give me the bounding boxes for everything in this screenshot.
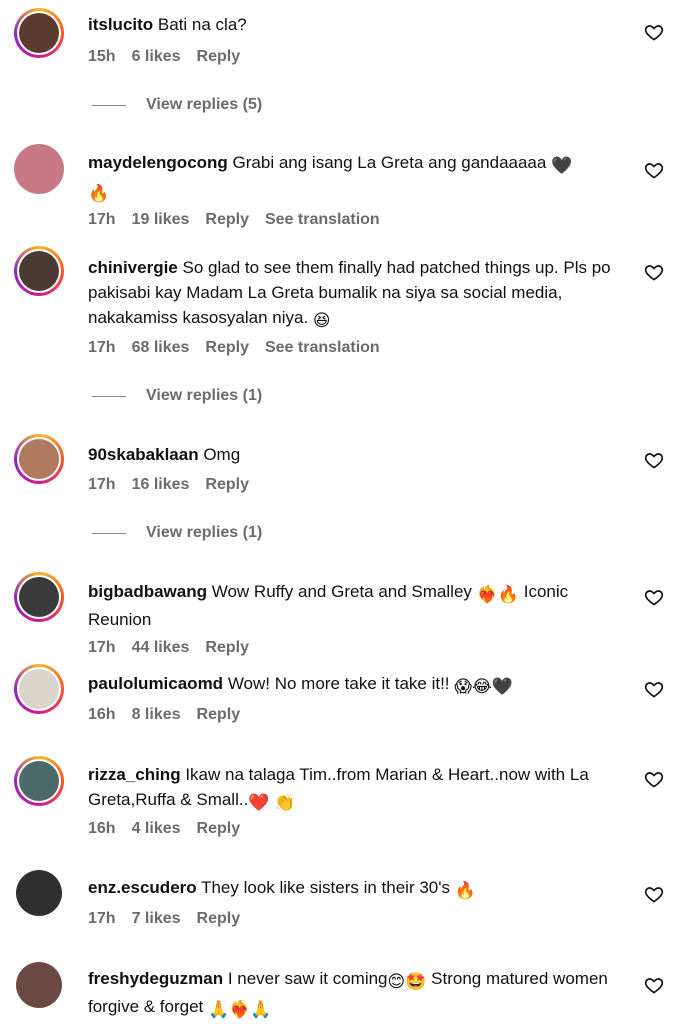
divider [92, 104, 126, 106]
clapping-hands-icon: 👏 [274, 793, 296, 812]
like-count[interactable]: 7 likes [132, 910, 181, 927]
comment-text: I never saw it coming [227, 969, 388, 988]
see-translation-button[interactable]: See translation [265, 339, 380, 356]
like-heart-icon[interactable] [644, 975, 664, 995]
reply-button[interactable]: Reply [205, 211, 249, 228]
folded-hands-icon: 🙏 [208, 1000, 230, 1019]
timestamp: 16h [88, 706, 116, 723]
username[interactable]: bigbadbawang [88, 582, 207, 601]
comment-text: Wow Ruffy and Greta and Smalley [211, 582, 472, 601]
username[interactable]: freshydeguzman [88, 969, 223, 988]
like-count[interactable]: 6 likes [132, 48, 181, 65]
view-replies-button[interactable]: View replies (1) [92, 387, 262, 405]
laughing-tears-icon: 😂 [472, 677, 492, 696]
like-heart-icon[interactable] [644, 679, 664, 699]
avatar[interactable] [14, 572, 64, 622]
timestamp: 15h [88, 48, 116, 65]
username[interactable]: 90skabaklaan [88, 445, 199, 464]
like-heart-icon[interactable] [644, 262, 664, 282]
smiling-face-icon: 😊 [387, 972, 406, 991]
comment-text: Grabi ang isang La Greta ang gandaaaaa [232, 153, 547, 172]
face-screaming-icon: 😱 [454, 677, 472, 696]
fire-icon: 🔥 [497, 585, 519, 604]
comment-text: Bati na cla? [157, 15, 247, 34]
reply-button[interactable]: Reply [205, 639, 249, 656]
like-heart-icon[interactable] [644, 884, 664, 904]
reply-button[interactable]: Reply [197, 706, 241, 723]
like-heart-icon[interactable] [644, 22, 664, 42]
like-count[interactable]: 16 likes [132, 476, 190, 493]
avatar[interactable] [14, 756, 64, 806]
avatar[interactable] [16, 962, 62, 1008]
divider [92, 395, 126, 397]
see-translation-button[interactable]: See translation [265, 211, 380, 228]
folded-hands-icon: 🙏 [250, 1000, 272, 1019]
like-heart-icon[interactable] [644, 450, 664, 470]
username[interactable]: maydelengocong [88, 153, 228, 172]
reply-button[interactable]: Reply [197, 48, 241, 65]
fire-icon: 🔥 [88, 184, 110, 203]
reply-button[interactable]: Reply [197, 820, 241, 837]
red-heart-icon: ❤️ [248, 793, 270, 812]
comment-text: Omg [203, 445, 241, 464]
comment-text: Wow! No more take it take it!! [227, 674, 450, 693]
username[interactable]: enz.escudero [88, 878, 197, 897]
like-count[interactable]: 4 likes [132, 820, 181, 837]
star-struck-icon: 🤩 [405, 972, 427, 991]
heart-on-fire-icon: ❤️‍🔥 [229, 1000, 251, 1019]
timestamp: 17h [88, 639, 116, 656]
fire-icon: 🔥 [454, 881, 476, 900]
view-replies-button[interactable]: View replies (5) [92, 96, 262, 114]
avatar[interactable] [14, 434, 64, 484]
avatar[interactable] [14, 8, 64, 58]
like-count[interactable]: 8 likes [132, 706, 181, 723]
username[interactable]: rizza_ching [88, 765, 181, 784]
timestamp: 17h [88, 339, 116, 356]
black-heart-icon: 🖤 [551, 156, 573, 175]
username[interactable]: itslucito [88, 15, 153, 34]
timestamp: 17h [88, 910, 116, 927]
timestamp: 16h [88, 820, 116, 837]
like-count[interactable]: 68 likes [132, 339, 190, 356]
timestamp: 17h [88, 476, 116, 493]
username[interactable]: paulolumicaomd [88, 674, 223, 693]
divider [92, 532, 126, 534]
avatar[interactable] [14, 664, 64, 714]
reply-button[interactable]: Reply [197, 910, 241, 927]
timestamp: 17h [88, 211, 116, 228]
like-heart-icon[interactable] [644, 160, 664, 180]
comment-text: They look like sisters in their 30's [201, 878, 450, 897]
like-count[interactable]: 44 likes [132, 639, 190, 656]
username[interactable]: chinivergie [88, 258, 178, 277]
black-heart-icon: 🖤 [491, 677, 514, 696]
avatar[interactable] [16, 870, 62, 916]
grinning-squint-face-icon: 😆 [312, 311, 331, 330]
view-replies-button[interactable]: View replies (1) [92, 524, 262, 542]
like-heart-icon[interactable] [644, 587, 664, 607]
like-heart-icon[interactable] [644, 769, 664, 789]
like-count[interactable]: 19 likes [132, 211, 190, 228]
reply-button[interactable]: Reply [205, 339, 249, 356]
avatar[interactable] [14, 144, 64, 194]
avatar[interactable] [14, 246, 64, 296]
reply-button[interactable]: Reply [205, 476, 249, 493]
heart-on-fire-icon: ❤️‍🔥 [476, 585, 498, 604]
